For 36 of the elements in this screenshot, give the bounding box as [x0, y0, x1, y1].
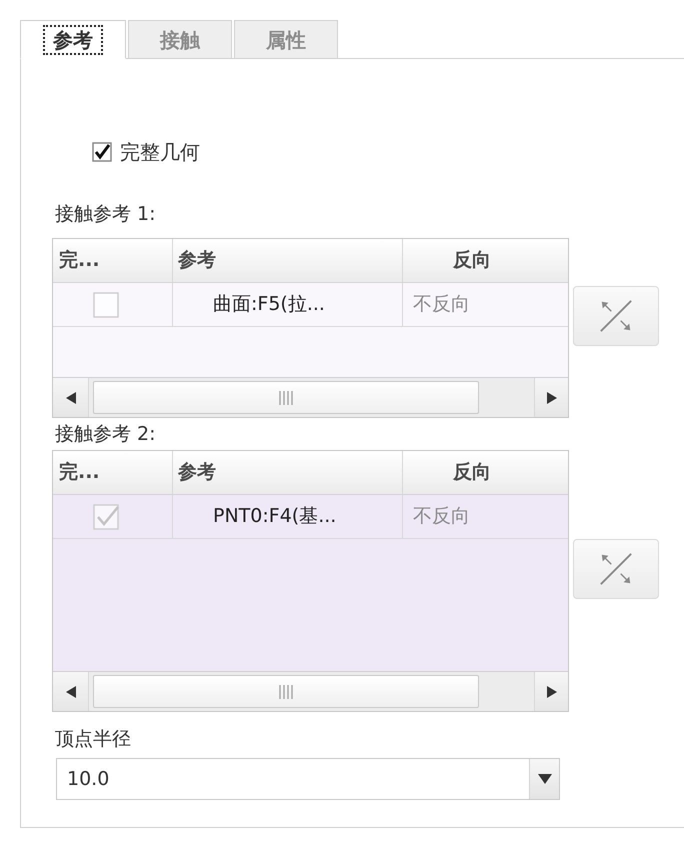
caret-down-icon [538, 774, 552, 784]
column-header[interactable]: 参考 [173, 239, 403, 282]
flip-button[interactable] [573, 539, 659, 599]
table-cell: 曲面:F5(拉... [173, 283, 403, 326]
checkbox[interactable] [92, 142, 112, 162]
field-label: 顶点半径 [54, 727, 132, 752]
radius-dropdown[interactable]: 10.0 [56, 758, 560, 800]
scroll-right-button[interactable] [534, 378, 568, 417]
scrollbar-thumb[interactable] [93, 675, 479, 708]
right-triangle-icon [546, 392, 556, 404]
row-checkbox[interactable] [93, 504, 119, 530]
column-header[interactable]: 参考 [173, 451, 403, 494]
section-label: 接触参考 1: [54, 202, 157, 227]
left-triangle-icon [66, 686, 76, 698]
column-header[interactable]: 反向 [403, 451, 568, 494]
checkbox-label: 完整几何 [120, 139, 200, 166]
column-header[interactable]: 反向 [403, 239, 568, 282]
table-cell-text: 不反向 [412, 292, 471, 318]
scroll-left-button[interactable] [53, 378, 89, 417]
tab[interactable]: 参考 [20, 20, 126, 59]
column-header[interactable]: 完... [53, 239, 173, 282]
flip-arrows-icon [598, 298, 634, 334]
table-cell: PNT0:F4(基... [173, 495, 403, 538]
grip-icon [279, 390, 293, 404]
flip-button[interactable] [573, 286, 659, 346]
right-triangle-icon [546, 686, 556, 698]
row-checkbox[interactable] [93, 292, 119, 318]
scroll-right-button[interactable] [534, 672, 568, 711]
scroll-left-button[interactable] [53, 672, 89, 711]
grip-icon [279, 684, 293, 698]
scrollbar-thumb[interactable] [93, 381, 479, 414]
table-cell-text: 不反向 [412, 504, 471, 530]
left-triangle-icon [66, 392, 76, 404]
column-header[interactable]: 完... [53, 451, 173, 494]
flip-arrows-icon [598, 551, 634, 587]
section-label: 接触参考 2: [54, 422, 157, 447]
